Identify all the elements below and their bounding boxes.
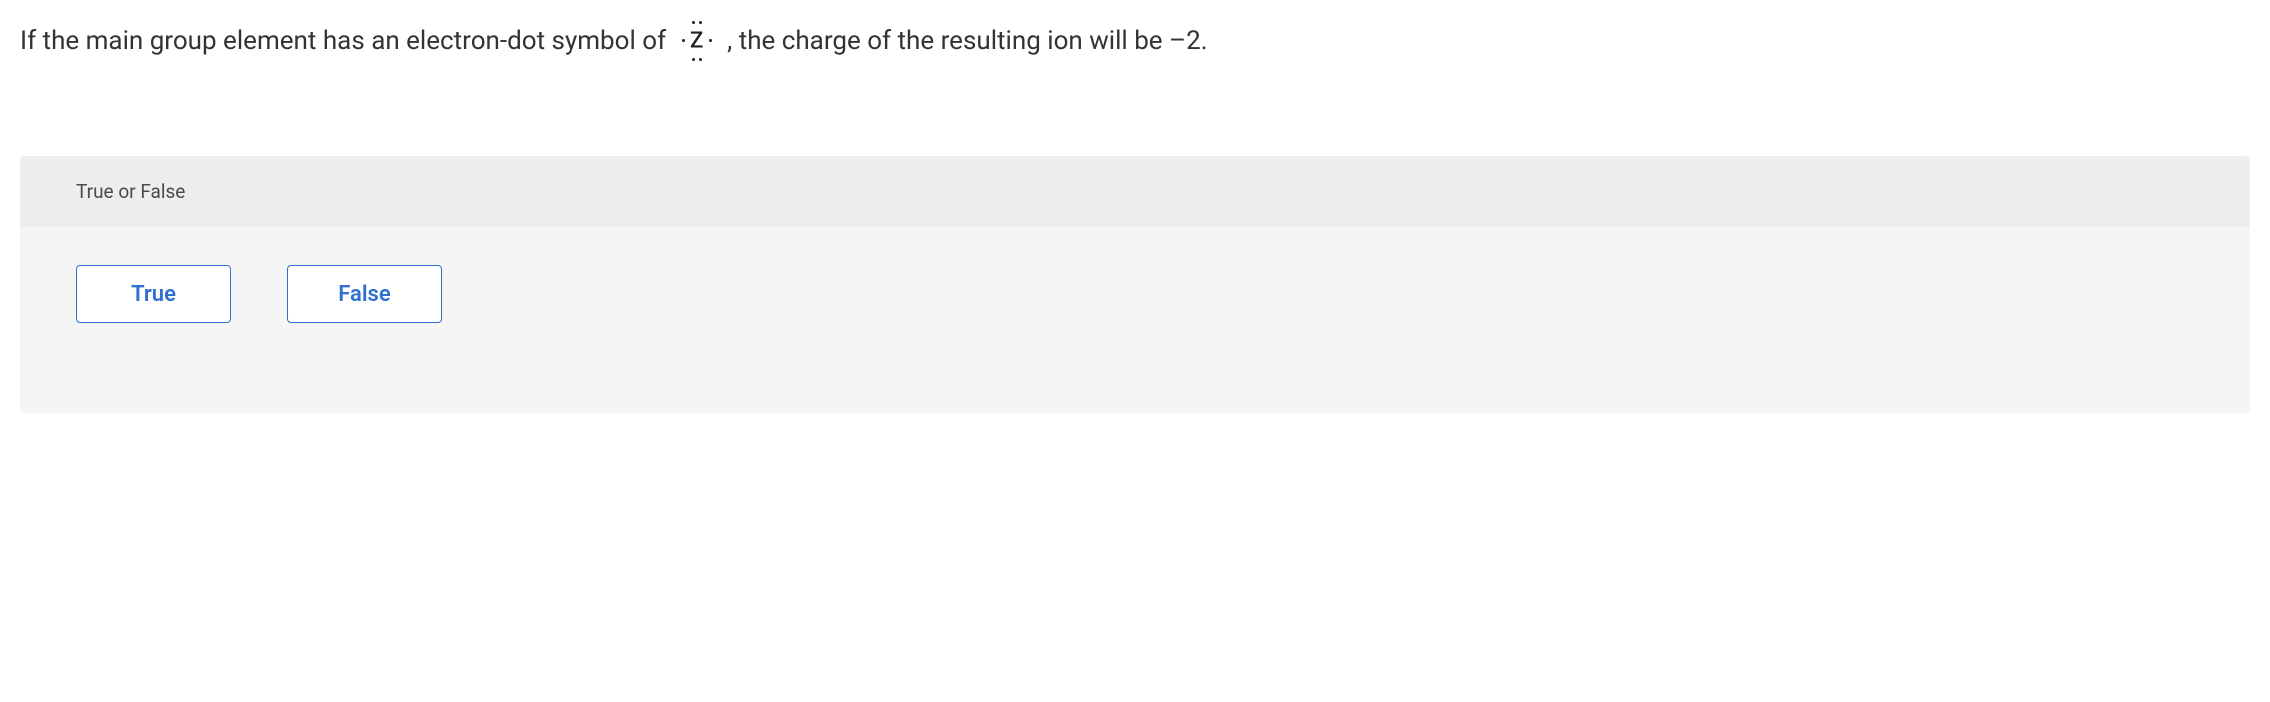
answer-panel: True or False True False [20, 156, 2250, 413]
lewis-dot-symbol: Z [679, 18, 715, 64]
lewis-dot [699, 21, 702, 24]
lewis-dot [699, 58, 702, 61]
question-text: If the main group element has an electro… [20, 18, 2250, 64]
lewis-element-letter: Z [690, 25, 703, 58]
lewis-dot [709, 39, 712, 42]
options-row: True False [20, 227, 2250, 343]
lewis-dot [692, 58, 695, 61]
true-button[interactable]: True [76, 265, 231, 323]
question-text-after: , the charge of the resulting ion will b… [727, 22, 1207, 61]
lewis-dot [692, 21, 695, 24]
panel-header: True or False [20, 156, 2250, 227]
lewis-dot [682, 39, 685, 42]
false-button[interactable]: False [287, 265, 442, 323]
question-text-before: If the main group element has an electro… [20, 22, 666, 61]
